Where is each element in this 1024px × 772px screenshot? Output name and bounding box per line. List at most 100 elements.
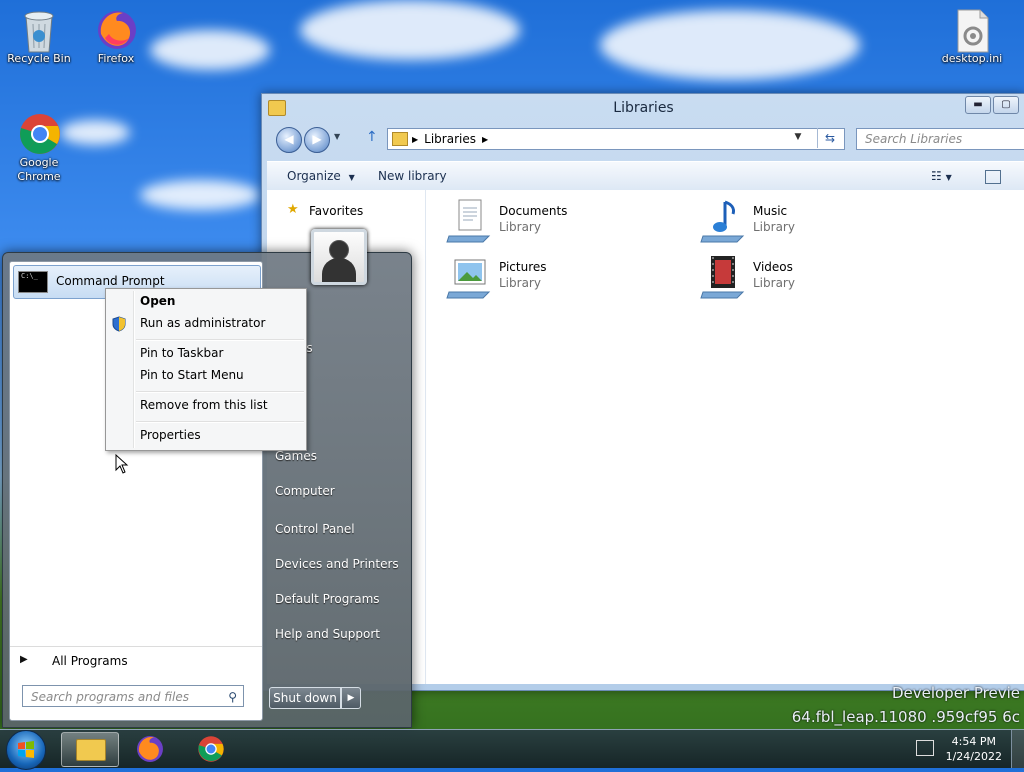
libraries-icon [392,132,408,146]
clock-time: 4:54 PM [951,735,996,748]
user-body-icon [322,258,356,282]
desktop-icon-firefox[interactable]: Firefox [80,8,152,66]
desktop-icon-google-chrome[interactable]: Google Chrome [3,112,75,184]
recycle-bin-icon [18,8,60,53]
star-icon: ★ [287,202,299,217]
chrome-icon [198,736,224,762]
taskbar-explorer-button[interactable] [61,732,119,767]
command-prompt-icon: C:\_ [18,271,48,293]
breadcrumb-separator-icon[interactable]: ▶ [482,135,488,144]
refresh-icon[interactable]: ⇆ [817,128,842,148]
navigation-bar: ◀ ▶ ▼ ↑ ▶ Libraries ▶ ▼ ⇆ Search Librari… [272,127,1024,153]
context-menu-separator [136,391,304,393]
windows-logo-icon [18,741,34,758]
context-menu-separator [136,339,304,341]
desktop-icon-label: Firefox [97,52,135,65]
search-icon: ⚲ [228,690,237,704]
taskbar: 4:54 PM 1/24/2022 [0,729,1024,770]
firefox-icon [137,736,163,762]
build-watermark-line2: 64.fbl_leap.11080 .959cf95 6c [791,708,1020,726]
start-item-label: Command Prompt [56,274,165,288]
desktop-icon-recycle-bin[interactable]: Recycle Bin [3,8,75,66]
desktop-icon-label: Recycle Bin [7,52,71,65]
context-item-properties[interactable]: Properties [140,428,201,442]
address-dropdown-icon[interactable]: ▼ [792,132,804,142]
search-libraries-input[interactable]: Search Libraries [856,128,1024,150]
nav-favorites[interactable]: Favorites [309,204,363,218]
music-library-icon [700,200,745,243]
show-desktop-button[interactable] [1011,730,1024,768]
start-link-control-panel[interactable]: Control Panel [275,522,355,536]
taskbar-chrome-button[interactable] [184,732,240,765]
maximize-button[interactable]: ▢ [993,96,1019,114]
library-music[interactable]: Music Library [699,196,939,246]
library-type: Library [499,220,541,234]
library-name: Pictures [499,260,547,274]
triangle-right-icon: ▶ [20,654,28,665]
taskbar-clock[interactable]: 4:54 PM 1/24/2022 [946,734,1002,764]
user-avatar[interactable] [311,229,367,285]
window-title: Libraries [613,100,674,116]
all-programs-button[interactable]: ▶ All Programs [10,646,262,675]
library-type: Library [499,276,541,290]
all-programs-label: All Programs [52,654,128,668]
start-link-help-and-support[interactable]: Help and Support [275,627,380,641]
back-button[interactable]: ◀ [276,127,302,153]
change-view-icon[interactable]: ☷ ▼ [931,169,952,183]
context-item-pin-to-taskbar[interactable]: Pin to Taskbar [140,346,223,360]
shutdown-options-arrow-icon[interactable]: ▶ [341,687,361,709]
cloud [600,10,860,80]
command-bar: Organize ▼ New library ☷ ▼ [267,161,1024,191]
library-type: Library [753,276,795,290]
context-item-run-as-administrator[interactable]: Run as administrator [140,316,265,330]
clock-date: 1/24/2022 [945,750,1002,763]
cloud [150,30,270,70]
new-library-button[interactable]: New library [378,169,447,183]
library-videos[interactable]: Videos Library [699,252,939,302]
library-name: Videos [753,260,793,274]
start-link-computer[interactable]: Computer [275,484,335,498]
context-menu-gutter [133,291,135,448]
forward-button[interactable]: ▶ [304,127,330,153]
folder-icon [76,739,106,761]
breadcrumb-separator-icon: ▶ [412,134,419,144]
start-link-games[interactable]: Games [275,449,317,463]
context-item-open[interactable]: Open [140,294,175,308]
desktop-icon-desktop-ini[interactable]: desktop.ini [936,8,1008,66]
start-search-placeholder: Search programs and files [31,690,189,704]
library-documents[interactable]: Documents Library [445,196,685,246]
network-icon[interactable] [916,740,934,756]
recent-pages-chevron-icon[interactable]: ▼ [334,132,340,141]
mouse-cursor-icon [115,454,129,474]
cloud [140,180,260,210]
documents-library-icon [446,199,491,243]
library-type: Library [753,220,795,234]
minimize-button[interactable]: ▬ [965,96,991,114]
library-name: Documents [499,204,568,218]
start-search-input[interactable]: Search programs and files ⚲ [22,685,244,707]
preview-pane-icon[interactable] [985,170,1001,184]
up-arrow-icon[interactable]: ↑ [366,129,378,145]
build-watermark-line1: Developer Previe [891,684,1020,702]
chrome-icon [18,112,60,154]
context-menu: Open Run as administrator Pin to Taskbar… [105,288,307,451]
start-link-default-programs[interactable]: Default Programs [275,592,380,606]
start-link-devices-and-printers[interactable]: Devices and Printers [275,557,399,571]
shut-down-button[interactable]: Shut down [269,687,341,709]
videos-library-icon [700,256,745,299]
cloud [300,0,520,60]
address-bar[interactable]: ▶ Libraries ▶ ▼ [387,128,845,150]
context-menu-separator [136,421,304,423]
taskbar-firefox-button[interactable] [122,732,178,765]
breadcrumb-libraries[interactable]: Libraries [424,132,476,146]
desktop-icon-label: Google Chrome [17,156,61,183]
context-item-remove-from-list[interactable]: Remove from this list [140,398,268,412]
settings-file-icon [951,8,993,53]
library-pictures[interactable]: Pictures Library [445,252,685,302]
organize-label: Organize [287,169,341,183]
start-button[interactable] [6,730,46,770]
desktop-icon-label: desktop.ini [941,52,1003,65]
context-item-pin-to-start-menu[interactable]: Pin to Start Menu [140,368,244,382]
organize-button[interactable]: Organize ▼ [287,169,355,183]
firefox-icon [95,8,137,50]
